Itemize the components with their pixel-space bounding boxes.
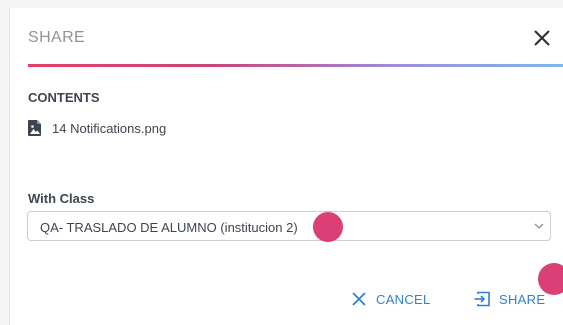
share-label: SHARE [499,291,546,307]
touch-indicator [313,212,343,242]
share-arrow-icon [474,291,490,307]
contents-label: CONTENTS [28,90,100,105]
cancel-button[interactable]: CANCEL [350,289,431,309]
close-icon [534,30,550,46]
page: SHARE CONTENTS 14 Notifications.png With… [0,0,563,325]
dialog-title: SHARE [28,29,86,46]
x-icon [352,292,366,306]
close-button[interactable] [531,27,553,49]
file-name: 14 Notifications.png [52,120,167,136]
accent-divider [28,64,563,67]
share-dialog: SHARE CONTENTS 14 Notifications.png With… [10,8,563,325]
class-select-value: QA- TRASLADO DE ALUMNO (institucion 2) [40,220,298,235]
with-class-label: With Class [28,191,95,206]
dialog-header: SHARE [28,29,553,61]
image-file-icon [28,120,41,136]
chevron-down-icon [534,223,544,229]
file-item: 14 Notifications.png [28,119,166,137]
class-select[interactable]: QA- TRASLADO DE ALUMNO (institucion 2) [27,211,551,241]
share-button[interactable]: SHARE [473,289,545,309]
cancel-label: CANCEL [376,291,431,307]
